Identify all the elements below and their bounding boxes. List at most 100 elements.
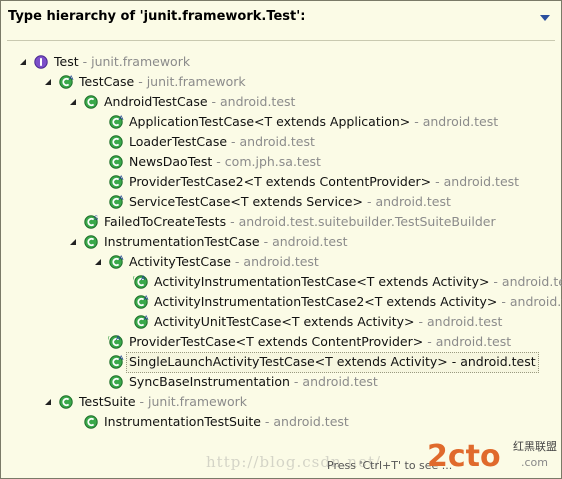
class-icon bbox=[109, 135, 123, 149]
logo-url: .com bbox=[521, 456, 548, 469]
svg-text:A: A bbox=[116, 334, 121, 342]
expand-toggle-icon[interactable] bbox=[69, 98, 77, 106]
tree-node-label: ActivityInstrumentationTestCase<T extend… bbox=[154, 272, 562, 292]
type-name: ActivityInstrumentationTestCase<T extend… bbox=[154, 274, 490, 289]
expand-toggle-icon[interactable] bbox=[44, 78, 52, 86]
class-icon bbox=[84, 235, 98, 249]
package-name: android.test bbox=[443, 174, 520, 189]
tree-node[interactable]: Test - junit.framework bbox=[1, 52, 559, 72]
tree-node-label: ProviderTestCase<T extends ContentProvid… bbox=[129, 332, 511, 352]
package-name: android.test bbox=[509, 294, 562, 309]
svg-text:A: A bbox=[119, 174, 124, 182]
package-name: android.test bbox=[375, 194, 451, 209]
tree-node-label: ActivityTestCase - android.test bbox=[129, 252, 319, 272]
type-name: LoaderTestCase bbox=[129, 134, 228, 149]
tree-node-label: ServiceTestCase<T extends Service> - and… bbox=[129, 192, 451, 212]
class-icon: S bbox=[84, 214, 98, 229]
class-icon: A bbox=[109, 354, 124, 369]
tree-node-label: LoaderTestCase - android.test bbox=[129, 132, 315, 152]
type-name: SyncBaseInstrumentation bbox=[129, 374, 290, 389]
tree-node[interactable]: A ApplicationTestCase<T extends Applicati… bbox=[1, 112, 559, 132]
separator: - bbox=[414, 314, 427, 329]
svg-text:S: S bbox=[94, 214, 98, 222]
class-icon bbox=[109, 375, 123, 389]
site-logo: 2cto 红黑联盟 .com bbox=[427, 439, 557, 474]
tree-node[interactable]: A/ActivityInstrumentationTestCase<T exte… bbox=[1, 272, 562, 292]
view-menu-icon[interactable] bbox=[539, 13, 551, 23]
tree-node[interactable]: LoaderTestCase - android.test bbox=[1, 132, 559, 152]
svg-text:A: A bbox=[144, 314, 149, 322]
separator: - bbox=[260, 414, 274, 429]
expand-toggle-icon[interactable] bbox=[44, 398, 52, 406]
package-name: com.jph.sa.test bbox=[224, 154, 321, 169]
type-name: ActivityUnitTestCase<T extends Activity> bbox=[154, 314, 415, 329]
tree-node[interactable]: AndroidTestCase - android.test bbox=[1, 92, 559, 112]
separator: - bbox=[497, 294, 510, 309]
expand-toggle-icon[interactable] bbox=[19, 58, 27, 66]
separator: - bbox=[489, 274, 502, 289]
package-name: android.test bbox=[426, 314, 503, 329]
type-name: ProviderTestCase2<T extends ContentProvi… bbox=[129, 174, 432, 189]
tree-node[interactable]: InstrumentationTestCase - android.test bbox=[1, 232, 559, 252]
tree-node-label: InstrumentationTestCase - android.test bbox=[104, 232, 347, 252]
tree-node-label: ProviderTestCase2<T extends ContentProvi… bbox=[129, 172, 519, 192]
svg-text:A: A bbox=[119, 194, 124, 202]
interface-icon bbox=[34, 55, 48, 69]
package-name: android.test bbox=[422, 114, 499, 129]
tree-node[interactable]: A ActivityInstrumentationTestCase2<T exte… bbox=[1, 292, 562, 312]
tree-node-label: ActivityInstrumentationTestCase2<T exten… bbox=[154, 292, 562, 312]
separator: - bbox=[226, 214, 239, 229]
tree-node-label: SingleLaunchActivityTestCase<T extends A… bbox=[129, 352, 536, 372]
package-name: junit.framework bbox=[91, 54, 191, 69]
tree-node[interactable]: A/ProviderTestCase<T extends ContentProv… bbox=[1, 332, 559, 352]
tree-node[interactable]: A TestCase - junit.framework bbox=[1, 72, 559, 92]
tree-node[interactable]: TestSuite - junit.framework bbox=[1, 392, 559, 412]
class-icon: A bbox=[134, 294, 149, 309]
separator: - bbox=[431, 174, 444, 189]
type-hierarchy-popup: Type hierarchy of 'junit.framework.Test'… bbox=[0, 0, 562, 479]
tree-node-label: NewsDaoTest - com.jph.sa.test bbox=[129, 152, 321, 172]
separator: - bbox=[78, 54, 92, 69]
package-name: android.test bbox=[273, 414, 349, 429]
separator: - bbox=[207, 94, 221, 109]
class-icon: A bbox=[109, 174, 124, 189]
logo-text: 2cto bbox=[427, 439, 501, 474]
class-icon: A/ bbox=[108, 334, 123, 349]
tree-node-label: InstrumentationTestSuite - android.test bbox=[104, 412, 349, 432]
tree-node[interactable]: A SingleLaunchActivityTestCase<T extends … bbox=[1, 352, 559, 373]
tree-node[interactable]: S FailedToCreateTests - android.test.suit… bbox=[1, 212, 559, 232]
package-name: android.test bbox=[220, 94, 296, 109]
class-icon: A/ bbox=[133, 274, 148, 289]
tree-node-label: ApplicationTestCase<T extends Applicatio… bbox=[129, 112, 498, 132]
package-name: android.test bbox=[435, 334, 512, 349]
tree-node[interactable]: A ActivityUnitTestCase<T extends Activity… bbox=[1, 312, 559, 332]
class-icon: A bbox=[109, 194, 124, 209]
tree-node[interactable]: NewsDaoTest - com.jph.sa.test bbox=[1, 152, 559, 172]
separator: - bbox=[230, 254, 244, 269]
tree-node[interactable]: A ServiceTestCase<T extends Service> - an… bbox=[1, 192, 559, 212]
tree-node-label: AndroidTestCase - android.test bbox=[104, 92, 295, 112]
tree-node[interactable]: SyncBaseInstrumentation - android.test bbox=[1, 372, 559, 392]
class-icon: A bbox=[109, 254, 124, 269]
type-name: ApplicationTestCase<T extends Applicatio… bbox=[129, 114, 411, 129]
expand-toggle-icon[interactable] bbox=[94, 258, 102, 266]
type-name: InstrumentationTestCase bbox=[104, 234, 260, 249]
svg-text:A: A bbox=[141, 274, 146, 282]
separator: - bbox=[135, 394, 149, 409]
class-icon: A bbox=[59, 74, 74, 89]
type-name: TestCase bbox=[79, 74, 135, 89]
tree-node[interactable]: A ProviderTestCase2<T extends ContentProv… bbox=[1, 172, 559, 192]
class-icon bbox=[84, 95, 98, 109]
tree-node[interactable]: InstrumentationTestSuite - android.test bbox=[1, 412, 559, 432]
class-icon: A bbox=[109, 114, 124, 129]
type-name: AndroidTestCase bbox=[104, 94, 208, 109]
expand-toggle-icon[interactable] bbox=[69, 238, 77, 246]
package-name: android.test bbox=[243, 254, 319, 269]
separator: - bbox=[447, 354, 461, 369]
type-name: ActivityInstrumentationTestCase2<T exten… bbox=[154, 294, 498, 309]
type-name: TestSuite bbox=[79, 394, 136, 409]
tree-node[interactable]: A ActivityTestCase - android.test bbox=[1, 252, 559, 272]
package-name: android.test bbox=[501, 274, 562, 289]
separator: - bbox=[227, 134, 240, 149]
class-icon bbox=[84, 415, 98, 429]
